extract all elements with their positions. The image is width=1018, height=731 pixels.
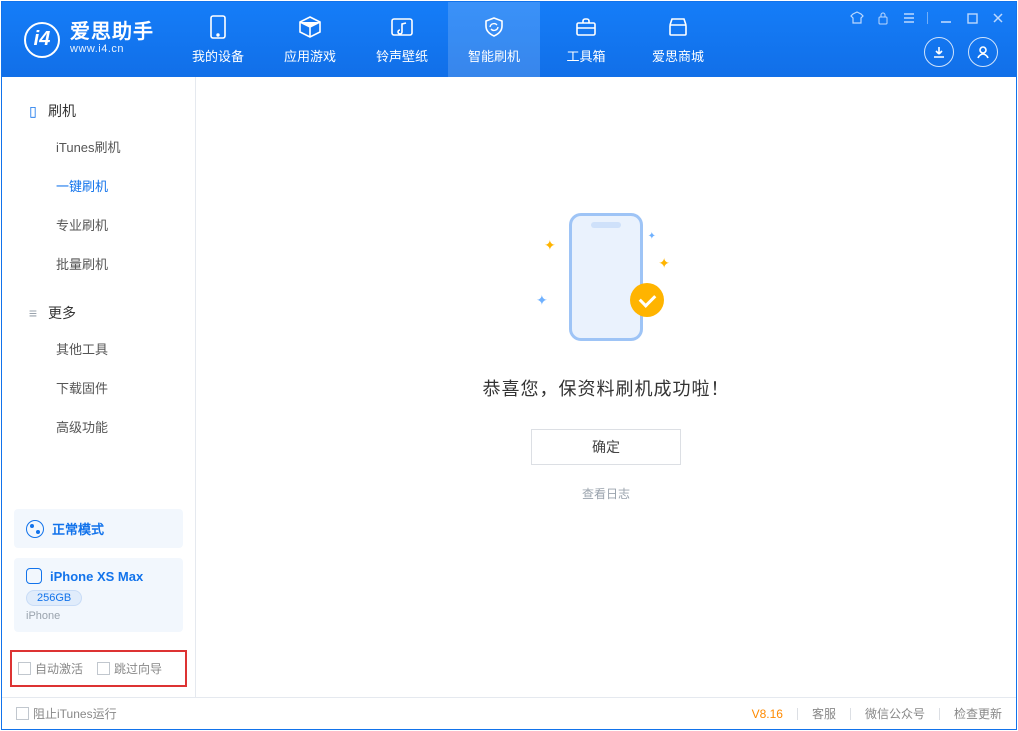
support-link[interactable]: 客服 [812, 705, 836, 722]
titlebar: i4 爱思助手 www.i4.cn 我的设备 应用游戏 铃声壁纸 智能刷机 [2, 2, 1016, 77]
spark-icon: ✦ [544, 237, 556, 254]
tab-toolbox[interactable]: 工具箱 [540, 2, 632, 77]
spark-icon: ✦ [536, 292, 548, 309]
device-card[interactable]: iPhone XS Max 256GB iPhone [14, 558, 183, 632]
tab-smart-flash[interactable]: 智能刷机 [448, 2, 540, 77]
sidebar-item-other-tools[interactable]: 其他工具 [2, 329, 195, 368]
download-button[interactable] [924, 37, 954, 67]
cube-icon [297, 14, 323, 40]
minimize-button[interactable] [938, 10, 954, 26]
check-badge-icon [630, 283, 664, 317]
spark-icon: ✦ [648, 231, 656, 242]
close-button[interactable] [990, 10, 1006, 26]
user-button[interactable] [968, 37, 998, 67]
tab-store[interactable]: 爱思商城 [632, 2, 724, 77]
app-logo: i4 爱思助手 www.i4.cn [2, 2, 172, 77]
highlighted-options: 自动激活 跳过向导 [10, 650, 187, 687]
list-icon: ≡ [26, 305, 40, 321]
device-icon: ▯ [26, 103, 40, 120]
view-log-link[interactable]: 查看日志 [582, 485, 630, 502]
top-right-actions [924, 37, 998, 67]
nav-tabs: 我的设备 应用游戏 铃声壁纸 智能刷机 工具箱 爱思商城 [172, 2, 724, 77]
spark-icon: ✦ [658, 255, 670, 272]
ok-button[interactable]: 确定 [531, 429, 681, 465]
sidebar-item-itunes-flash[interactable]: iTunes刷机 [2, 127, 195, 166]
tab-ringtones[interactable]: 铃声壁纸 [356, 2, 448, 77]
check-update-link[interactable]: 检查更新 [954, 705, 1002, 722]
tab-label: 爱思商城 [652, 46, 704, 65]
sidebar: ▯ 刷机 iTunes刷机 一键刷机 专业刷机 批量刷机 ≡ 更多 其他工具 下… [2, 77, 196, 697]
device-type: iPhone [26, 610, 171, 622]
phone-icon [205, 14, 231, 40]
tab-apps[interactable]: 应用游戏 [264, 2, 356, 77]
mode-card[interactable]: 正常模式 [14, 509, 183, 548]
lock-icon[interactable] [875, 10, 891, 26]
app-url: www.i4.cn [70, 42, 154, 57]
shirt-icon[interactable] [849, 10, 865, 26]
shop-icon [665, 14, 691, 40]
wechat-link[interactable]: 微信公众号 [865, 705, 925, 722]
storage-chip: 256GB [26, 590, 82, 606]
window-controls [849, 10, 1006, 26]
checkbox-skip-guide[interactable]: 跳过向导 [97, 660, 162, 677]
checkbox-auto-activate[interactable]: 自动激活 [18, 660, 83, 677]
maximize-button[interactable] [964, 10, 980, 26]
version-label: V8.16 [752, 707, 783, 721]
sidebar-item-advanced[interactable]: 高级功能 [2, 407, 195, 446]
toolbox-icon [573, 14, 599, 40]
phone-graphic [569, 213, 643, 341]
status-bar: 阻止iTunes运行 V8.16 客服 微信公众号 检查更新 [2, 697, 1016, 729]
tab-label: 工具箱 [566, 46, 605, 65]
sidebar-section-flash: ▯ 刷机 [2, 95, 195, 127]
app-window: i4 爱思助手 www.i4.cn 我的设备 应用游戏 铃声壁纸 智能刷机 [1, 1, 1017, 730]
logo-icon: i4 [24, 22, 60, 58]
sidebar-item-onekey-flash[interactable]: 一键刷机 [2, 166, 195, 205]
music-folder-icon [389, 14, 415, 40]
refresh-shield-icon [481, 14, 507, 40]
tab-label: 智能刷机 [468, 46, 520, 65]
tab-my-device[interactable]: 我的设备 [172, 2, 264, 77]
mode-icon [26, 520, 44, 538]
main-panel: ✦ ✦ ✦ ✦ 恭喜您，保资料刷机成功啦！ 确定 查看日志 [196, 77, 1016, 697]
iphone-icon [26, 568, 42, 584]
app-name: 爱思助手 [70, 22, 154, 42]
tab-label: 铃声壁纸 [376, 46, 428, 65]
sidebar-item-batch-flash[interactable]: 批量刷机 [2, 244, 195, 283]
sidebar-section-more: ≡ 更多 [2, 297, 195, 329]
menu-icon[interactable] [901, 10, 917, 26]
sidebar-item-download-fw[interactable]: 下载固件 [2, 368, 195, 407]
tab-label: 我的设备 [192, 46, 244, 65]
result-headline: 恭喜您，保资料刷机成功啦！ [483, 375, 730, 401]
checkbox-block-itunes[interactable]: 阻止iTunes运行 [16, 705, 117, 722]
success-illustration: ✦ ✦ ✦ ✦ [536, 207, 676, 347]
sidebar-item-pro-flash[interactable]: 专业刷机 [2, 205, 195, 244]
tab-label: 应用游戏 [284, 46, 336, 65]
